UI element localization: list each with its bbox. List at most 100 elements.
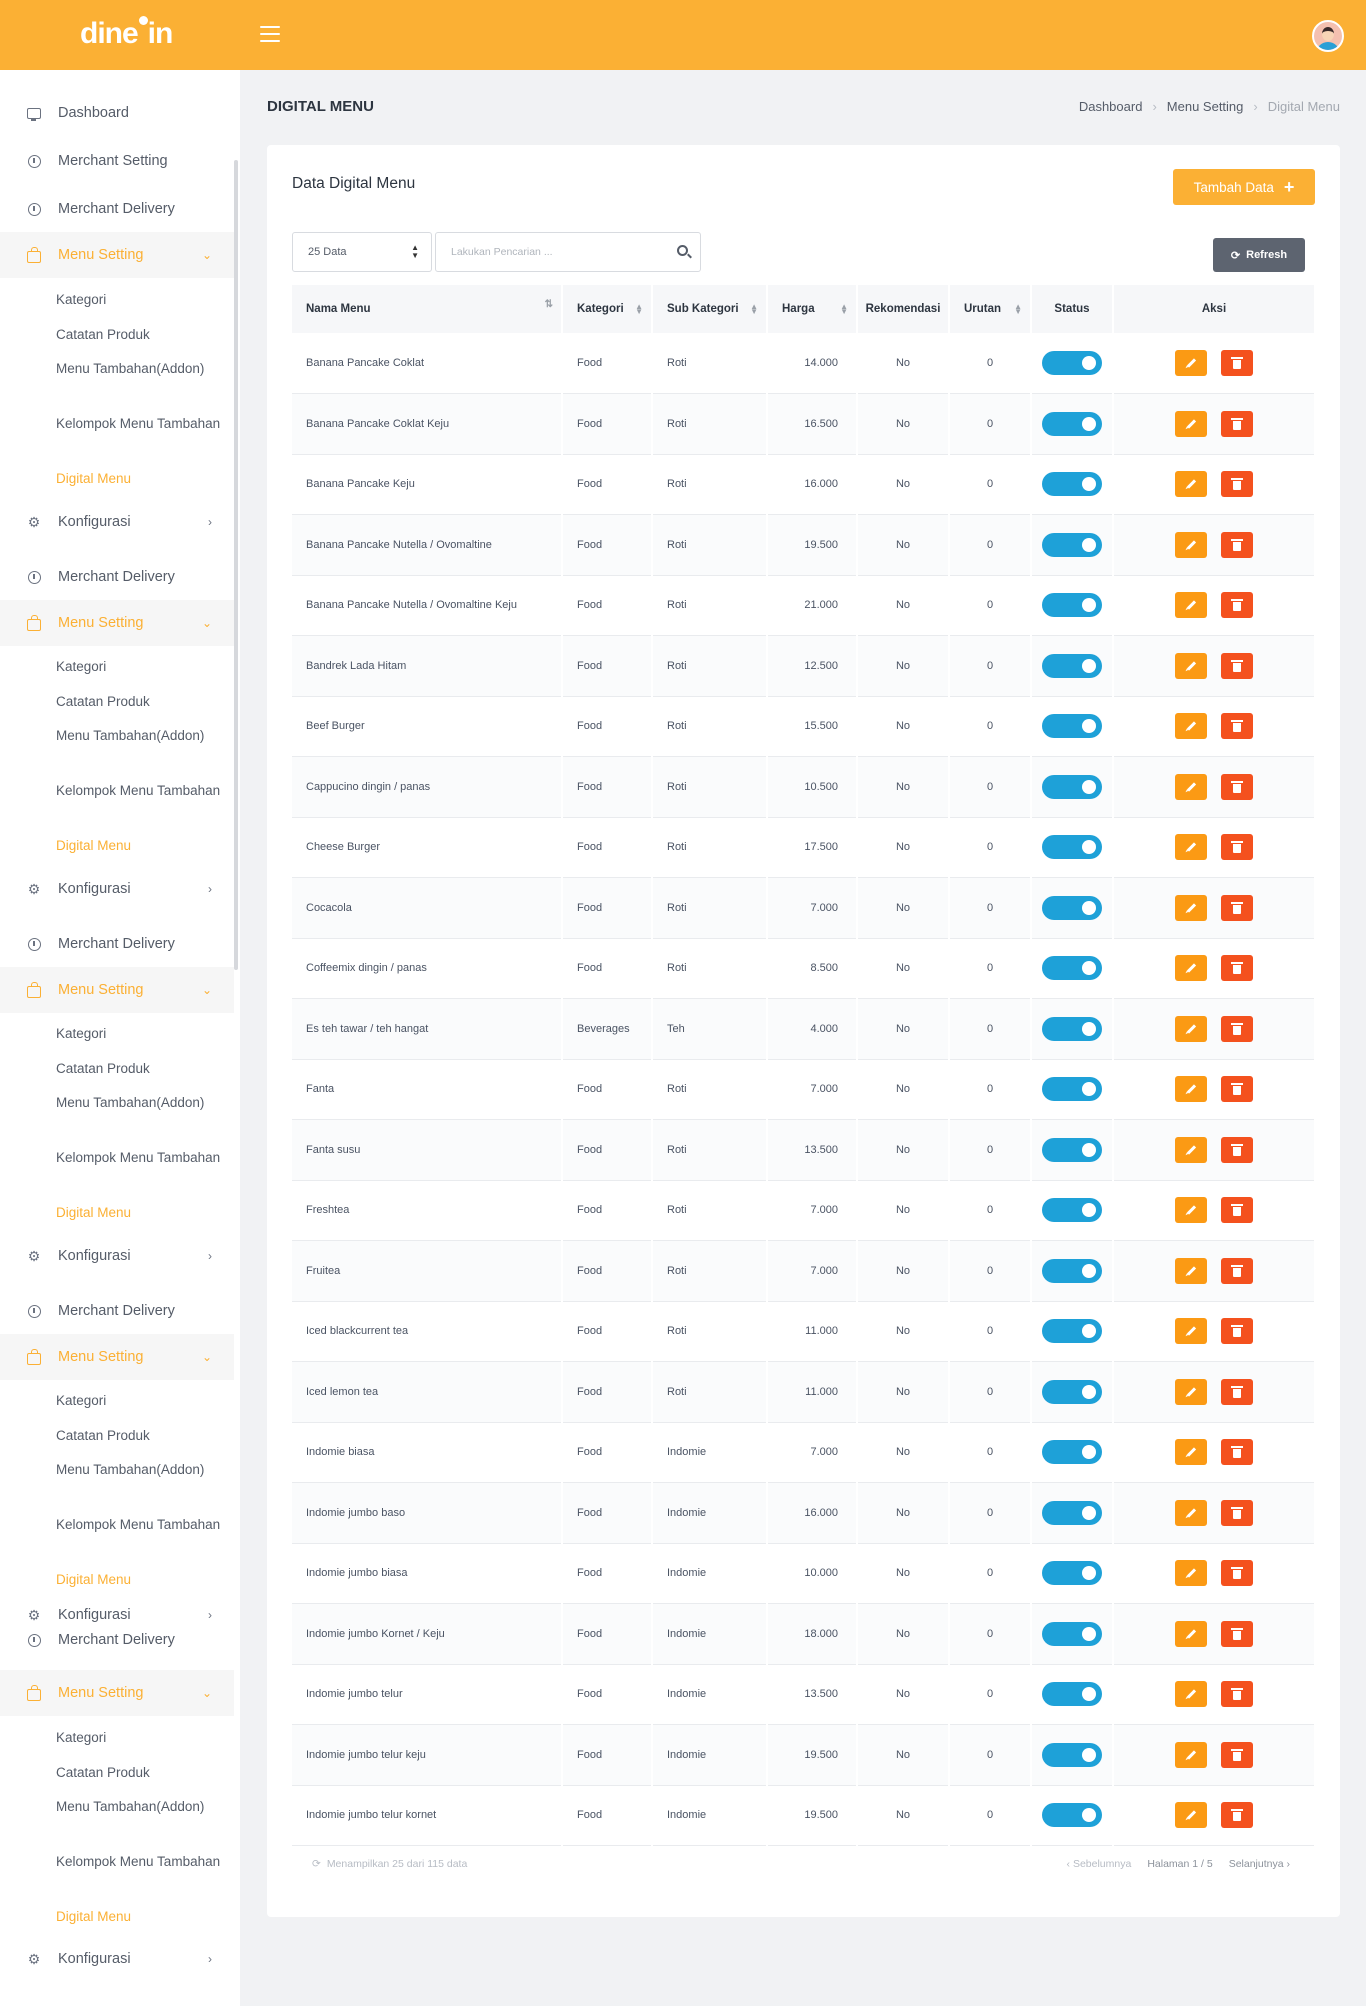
delete-button[interactable]: [1221, 1076, 1253, 1103]
status-toggle[interactable]: [1042, 351, 1102, 375]
sidebar-sub-menu-tambahan[interactable]: Menu Tambahan(Addon): [56, 359, 226, 379]
breadcrumb-menu-setting[interactable]: Menu Setting: [1167, 99, 1244, 114]
sidebar-item-merchant-delivery[interactable]: Merchant Delivery: [0, 554, 234, 600]
sidebar-item-menu-setting[interactable]: Menu Setting ⌄: [0, 1670, 234, 1716]
sidebar-sub-kelompok-menu[interactable]: Kelompok Menu Tambahan: [56, 1515, 226, 1535]
edit-button[interactable]: [1175, 894, 1207, 921]
col-harga[interactable]: Harga ▲ ▼: [767, 285, 858, 333]
edit-button[interactable]: [1175, 1620, 1207, 1647]
edit-button[interactable]: [1175, 1499, 1207, 1526]
sidebar-sub-kategori[interactable]: Kategori: [56, 1728, 226, 1748]
edit-button[interactable]: [1175, 471, 1207, 498]
sidebar-item-konfigurasi[interactable]: ⚙ Konfigurasi ›: [0, 1233, 234, 1279]
edit-button[interactable]: [1175, 1015, 1207, 1042]
breadcrumb-dashboard[interactable]: Dashboard: [1079, 99, 1143, 114]
col-kategori[interactable]: Kategori ▲ ▼: [562, 285, 653, 333]
edit-button[interactable]: [1175, 1318, 1207, 1345]
sidebar-sub-digital-menu[interactable]: Digital Menu: [56, 1907, 226, 1927]
edit-button[interactable]: [1175, 1076, 1207, 1103]
sidebar-sub-catatan-produk[interactable]: Catatan Produk: [56, 325, 226, 345]
edit-button[interactable]: [1175, 1257, 1207, 1284]
col-urutan[interactable]: Urutan ▲ ▼: [949, 285, 1032, 333]
sidebar-sub-kelompok-menu[interactable]: Kelompok Menu Tambahan: [56, 1852, 226, 1872]
edit-button[interactable]: [1175, 652, 1207, 679]
delete-button[interactable]: [1221, 1378, 1253, 1405]
status-toggle[interactable]: [1042, 1500, 1102, 1525]
status-toggle[interactable]: [1042, 1137, 1102, 1162]
sidebar-sub-kategori[interactable]: Kategori: [56, 1024, 226, 1044]
edit-button[interactable]: [1175, 1197, 1207, 1224]
delete-button[interactable]: [1221, 592, 1253, 619]
sidebar-item-menu-setting[interactable]: Menu Setting ⌄: [0, 967, 234, 1013]
sidebar-sub-menu-tambahan[interactable]: Menu Tambahan(Addon): [56, 1460, 226, 1480]
status-toggle[interactable]: [1042, 411, 1102, 436]
sidebar-item-konfigurasi[interactable]: ⚙ Konfigurasi ›: [0, 1936, 234, 1982]
status-toggle[interactable]: [1042, 653, 1102, 678]
status-toggle[interactable]: [1042, 956, 1102, 981]
app-logo[interactable]: dine in: [80, 16, 173, 51]
sidebar-scrollbar[interactable]: [234, 160, 238, 970]
delete-button[interactable]: [1221, 1257, 1253, 1284]
status-toggle[interactable]: [1042, 895, 1102, 920]
col-sub-kategori[interactable]: Sub Kategori ▲ ▼: [652, 285, 768, 333]
delete-button[interactable]: [1221, 1802, 1253, 1829]
sidebar-item-merchant-delivery[interactable]: Merchant Delivery: [0, 186, 234, 232]
sidebar-item-merchant-delivery[interactable]: Merchant Delivery: [0, 921, 234, 967]
sidebar-sub-kelompok-menu[interactable]: Kelompok Menu Tambahan: [56, 1148, 226, 1168]
edit-button[interactable]: [1175, 1378, 1207, 1405]
edit-button[interactable]: [1175, 592, 1207, 619]
sidebar-sub-catatan-produk[interactable]: Catatan Produk: [56, 692, 226, 712]
status-toggle[interactable]: [1042, 714, 1102, 739]
sidebar-sub-kategori[interactable]: Kategori: [56, 290, 226, 310]
delete-button[interactable]: [1221, 1439, 1253, 1466]
sidebar-sub-catatan-produk[interactable]: Catatan Produk: [56, 1763, 226, 1783]
sidebar-sub-catatan-produk[interactable]: Catatan Produk: [56, 1059, 226, 1079]
edit-button[interactable]: [1175, 531, 1207, 558]
sidebar-item-dashboard[interactable]: Dashboard: [0, 90, 234, 136]
status-toggle[interactable]: [1042, 835, 1102, 860]
status-toggle[interactable]: [1042, 1319, 1102, 1344]
delete-button[interactable]: [1221, 1197, 1253, 1224]
sidebar-item-merchant-delivery[interactable]: Merchant Delivery: [0, 1625, 234, 1655]
edit-button[interactable]: [1175, 350, 1207, 376]
delete-button[interactable]: [1221, 471, 1253, 498]
delete-button[interactable]: [1221, 350, 1253, 376]
sidebar-sub-kelompok-menu[interactable]: Kelompok Menu Tambahan: [56, 781, 226, 801]
edit-button[interactable]: [1175, 410, 1207, 437]
edit-button[interactable]: [1175, 1439, 1207, 1466]
page-size-select[interactable]: 25 Data ▲ ▼: [292, 232, 432, 272]
sidebar-item-menu-setting[interactable]: Menu Setting ⌄: [0, 600, 234, 646]
status-toggle[interactable]: [1042, 1379, 1102, 1404]
sidebar-sub-digital-menu[interactable]: Digital Menu: [56, 1570, 226, 1590]
delete-button[interactable]: [1221, 834, 1253, 861]
refresh-button[interactable]: ⟳ Refresh: [1213, 238, 1305, 272]
edit-button[interactable]: [1175, 1136, 1207, 1163]
sidebar-item-konfigurasi[interactable]: ⚙ Konfigurasi ›: [0, 866, 234, 912]
sidebar-item-merchant-delivery[interactable]: Merchant Delivery: [0, 1288, 234, 1334]
sidebar-sub-kategori[interactable]: Kategori: [56, 657, 226, 677]
status-toggle[interactable]: [1042, 532, 1102, 557]
col-nama-menu[interactable]: Nama Menu ⇅: [292, 285, 563, 333]
delete-button[interactable]: [1221, 1499, 1253, 1526]
sidebar-item-menu-setting[interactable]: Menu Setting ⌄: [0, 1334, 234, 1380]
delete-button[interactable]: [1221, 1560, 1253, 1587]
delete-button[interactable]: [1221, 955, 1253, 982]
edit-button[interactable]: [1175, 1741, 1207, 1768]
edit-button[interactable]: [1175, 713, 1207, 740]
status-toggle[interactable]: [1042, 1198, 1102, 1223]
edit-button[interactable]: [1175, 955, 1207, 982]
sidebar-sub-digital-menu[interactable]: Digital Menu: [56, 469, 226, 489]
edit-button[interactable]: [1175, 1560, 1207, 1587]
delete-button[interactable]: [1221, 773, 1253, 800]
status-toggle[interactable]: [1042, 1077, 1102, 1102]
status-toggle[interactable]: [1042, 1258, 1102, 1283]
delete-button[interactable]: [1221, 531, 1253, 558]
sidebar-sub-menu-tambahan[interactable]: Menu Tambahan(Addon): [56, 1797, 226, 1817]
status-toggle[interactable]: [1042, 593, 1102, 618]
delete-button[interactable]: [1221, 713, 1253, 740]
status-toggle[interactable]: [1042, 1682, 1102, 1707]
status-toggle[interactable]: [1042, 1803, 1102, 1828]
status-toggle[interactable]: [1042, 1440, 1102, 1465]
status-toggle[interactable]: [1042, 1016, 1102, 1041]
sidebar-sub-digital-menu[interactable]: Digital Menu: [56, 836, 226, 856]
